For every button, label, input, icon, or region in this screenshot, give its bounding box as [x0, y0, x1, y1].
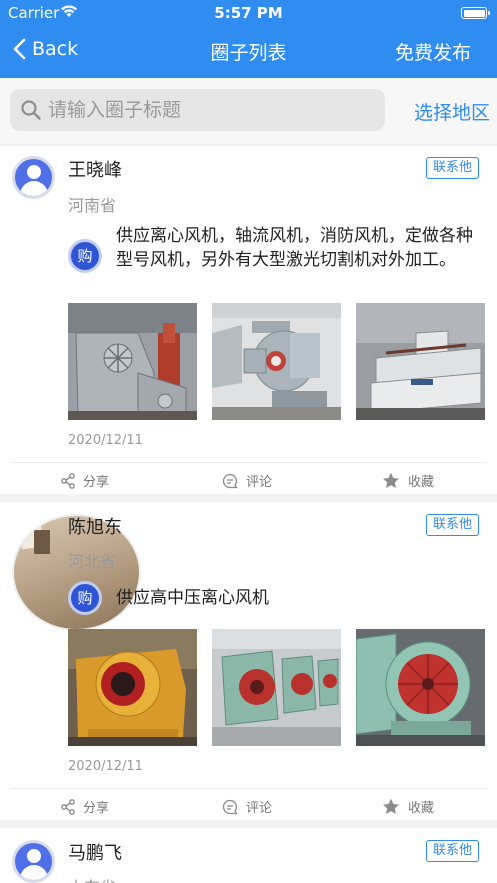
post-photo[interactable] — [356, 303, 485, 420]
post-card: 陈旭东 联系他 河北省 购 供应高中压离心风机 2020/12/11 分享 评论… — [0, 502, 497, 820]
photo-grid — [68, 629, 485, 746]
contact-button[interactable]: 联系他 — [426, 157, 479, 179]
comment-label: 评论 — [246, 801, 273, 816]
user-name: 马鹏飞 — [68, 843, 122, 864]
favorite-button[interactable]: 收藏 — [382, 471, 434, 490]
status-bar: Carrier 5:57 PM — [0, 0, 497, 26]
buy-badge: 购 — [68, 239, 102, 273]
search-input[interactable] — [48, 99, 368, 121]
battery-icon — [461, 7, 490, 19]
post-photo[interactable] — [212, 629, 341, 746]
share-label: 分享 — [83, 475, 110, 490]
favorite-label: 收藏 — [408, 475, 435, 490]
search-icon — [21, 100, 41, 120]
search-bar: 选择地区 — [0, 78, 497, 144]
contact-button[interactable]: 联系他 — [426, 514, 479, 536]
free-publish-button[interactable]: 免费发布 — [395, 38, 471, 65]
comment-icon — [222, 473, 238, 488]
post-photo[interactable] — [212, 303, 341, 420]
share-label: 分享 — [83, 801, 110, 816]
favorite-button[interactable]: 收藏 — [382, 797, 434, 816]
share-button[interactable]: 分享 — [61, 471, 109, 490]
select-region-button[interactable]: 选择地区 — [414, 98, 490, 125]
share-button[interactable]: 分享 — [61, 797, 109, 816]
post-card: 马鹏飞 联系他 山东省 — [0, 828, 497, 883]
avatar[interactable] — [12, 156, 55, 199]
divider — [10, 462, 487, 463]
share-icon — [61, 472, 75, 489]
post-date: 2020/12/11 — [68, 433, 143, 448]
user-name: 陈旭东 — [68, 517, 122, 538]
back-button[interactable]: Back — [12, 38, 78, 60]
chevron-left-icon — [13, 38, 26, 60]
comment-label: 评论 — [246, 475, 273, 490]
buy-badge: 购 — [68, 581, 102, 615]
comment-button[interactable]: 评论 — [222, 471, 272, 490]
post-text: 供应离心风机，轴流风机，消防风机，定做各种型号风机，另外有大型激光切割机对外加工… — [116, 226, 473, 270]
post-photo[interactable] — [68, 303, 197, 420]
back-label: Back — [32, 38, 79, 60]
contact-button[interactable]: 联系他 — [426, 840, 479, 862]
share-icon — [61, 798, 75, 815]
photo-grid — [68, 303, 485, 420]
star-icon — [383, 798, 399, 814]
post-card: 王晓峰 联系他 河南省 购 供应离心风机，轴流风机，消防风机，定做各种型号风机，… — [0, 146, 497, 494]
search-box[interactable] — [10, 89, 385, 131]
avatar[interactable] — [12, 840, 55, 883]
user-name: 王晓峰 — [68, 160, 122, 181]
comment-button[interactable]: 评论 — [222, 797, 272, 816]
province-label: 河南省 — [68, 196, 117, 215]
post-photo[interactable] — [68, 629, 197, 746]
post-date: 2020/12/11 — [68, 759, 143, 774]
clock: 5:57 PM — [214, 4, 283, 22]
star-icon — [383, 472, 399, 488]
province-label: 山东省 — [68, 874, 116, 883]
divider — [10, 788, 487, 789]
favorite-label: 收藏 — [408, 801, 435, 816]
post-photo[interactable] — [356, 629, 485, 746]
post-text: 供应高中压离心风机 — [116, 588, 269, 608]
navigation-bar: Back 圈子列表 免费发布 — [0, 26, 497, 78]
comment-icon — [222, 799, 238, 814]
province-label: 河北省 — [68, 552, 117, 571]
